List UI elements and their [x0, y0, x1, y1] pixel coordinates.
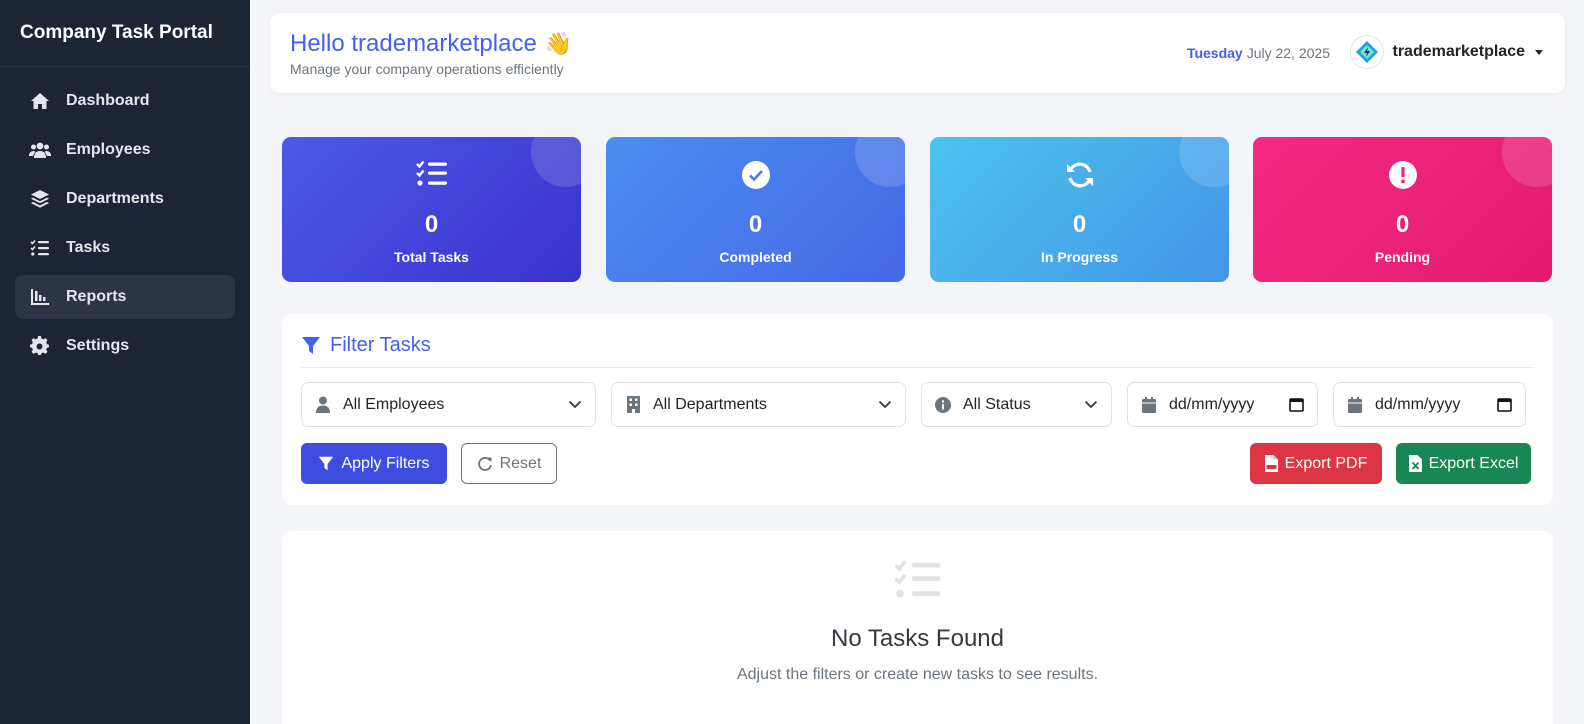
wave-emoji: 👋 [544, 31, 573, 56]
current-date: Tuesday July 22, 2025 [1187, 45, 1330, 61]
tasks-icon [29, 237, 51, 259]
gear-icon [29, 335, 51, 357]
greeting: Hello trademarketplace 👋 [290, 30, 572, 58]
header-subtitle: Manage your company operations efficient… [290, 61, 564, 77]
tasks-icon [282, 559, 1553, 601]
user-icon [315, 396, 331, 413]
sidebar-item-label: Tasks [66, 239, 111, 256]
exclamation-circle-icon [1253, 160, 1552, 190]
brand-title: Company Task Portal [0, 0, 250, 67]
employee-select[interactable]: All Employees [301, 382, 596, 427]
stat-label: In Progress [1040, 249, 1119, 265]
building-icon [625, 396, 641, 413]
export-pdf-button[interactable]: Export PDF [1250, 443, 1382, 484]
calendar-icon [1141, 396, 1157, 413]
chevron-down-icon [1084, 400, 1098, 409]
date-to-value: dd/mm/yyyy [1375, 395, 1461, 413]
stat-label: Total Tasks [394, 249, 469, 265]
calendar-icon [1347, 396, 1363, 413]
user-menu[interactable]: trademarketplace [1350, 35, 1543, 69]
sidebar-item-reports[interactable]: Reports [15, 275, 235, 319]
username: trademarketplace [1392, 43, 1525, 60]
sidebar: Company Task Portal Dashboard Employees … [0, 0, 250, 724]
sidebar-item-label: Settings [66, 337, 130, 354]
layers-icon [29, 188, 51, 210]
apply-filters-button[interactable]: Apply Filters [301, 443, 447, 484]
stat-value: 0 [424, 211, 439, 238]
sidebar-item-settings[interactable]: Settings [15, 324, 235, 368]
sidebar-item-label: Departments [66, 190, 164, 207]
stat-value: 0 [748, 211, 763, 238]
date-from-value: dd/mm/yyyy [1169, 395, 1255, 413]
home-icon [29, 90, 51, 112]
chevron-down-icon [568, 400, 582, 409]
filter-icon [319, 456, 334, 470]
date-text: July 22, 2025 [1246, 45, 1330, 61]
stat-card-pending: 0 Pending [1253, 137, 1552, 282]
sidebar-item-label: Dashboard [66, 92, 150, 109]
check-circle-icon [606, 160, 905, 190]
filter-title: Filter Tasks [301, 334, 1534, 368]
sidebar-item-tasks[interactable]: Tasks [15, 226, 235, 270]
stat-label: Pending [1374, 249, 1431, 265]
stat-value: 0 [1072, 211, 1087, 238]
employee-select-value: All Employees [343, 395, 445, 413]
empty-state-description: Adjust the filters or create new tasks t… [736, 666, 1099, 683]
calendar-picker-icon[interactable] [1497, 397, 1512, 412]
users-icon [29, 139, 51, 161]
chart-bar-icon [29, 286, 51, 308]
filter-title-text: Filter Tasks [330, 334, 431, 356]
tasks-empty-state: No Tasks Found Adjust the filters or cre… [282, 531, 1553, 724]
reset-button[interactable]: Reset [461, 443, 557, 484]
chevron-down-icon [878, 400, 892, 409]
export-excel-label: Export Excel [1428, 454, 1519, 472]
empty-state-title: No Tasks Found [831, 625, 1004, 652]
chevron-down-icon [1535, 49, 1543, 55]
sidebar-item-departments[interactable]: Departments [15, 177, 235, 221]
stat-card-in-progress: 0 In Progress [930, 137, 1229, 282]
date-from-input[interactable]: dd/mm/yyyy [1127, 382, 1318, 427]
date-to-input[interactable]: dd/mm/yyyy [1333, 382, 1526, 427]
export-pdf-label: Export PDF [1284, 454, 1368, 472]
sync-icon [930, 160, 1229, 190]
filter-icon [302, 337, 320, 354]
top-header: Hello trademarketplace 👋 Manage your com… [270, 13, 1565, 93]
apply-filters-label: Apply Filters [341, 454, 430, 472]
status-select-value: All Status [963, 395, 1031, 413]
weekday: Tuesday [1186, 45, 1243, 61]
file-pdf-icon [1264, 455, 1278, 472]
stat-card-total: 0 Total Tasks [282, 137, 581, 282]
filter-panel: Filter Tasks All Employees All Departmen… [282, 314, 1553, 505]
sidebar-item-dashboard[interactable]: Dashboard [15, 79, 235, 123]
export-excel-button[interactable]: Export Excel [1396, 443, 1531, 484]
greeting-text: Hello trademarketplace [290, 30, 537, 57]
tasks-icon [282, 160, 581, 188]
status-select[interactable]: All Status [921, 382, 1112, 427]
file-excel-icon [1408, 455, 1422, 472]
sidebar-item-employees[interactable]: Employees [15, 128, 235, 172]
stat-card-completed: 0 Completed [606, 137, 905, 282]
sidebar-nav: Dashboard Employees Departments Tasks Re… [0, 67, 250, 385]
sidebar-item-label: Employees [66, 141, 151, 158]
department-select[interactable]: All Departments [611, 382, 906, 427]
avatar [1350, 35, 1385, 69]
calendar-picker-icon[interactable] [1289, 397, 1304, 412]
stat-value: 0 [1395, 211, 1410, 238]
department-select-value: All Departments [653, 395, 767, 413]
sidebar-item-label: Reports [66, 288, 127, 305]
reset-label: Reset [499, 454, 542, 472]
info-circle-icon [935, 396, 951, 413]
redo-icon [477, 456, 492, 471]
stat-label: Completed [719, 249, 792, 265]
